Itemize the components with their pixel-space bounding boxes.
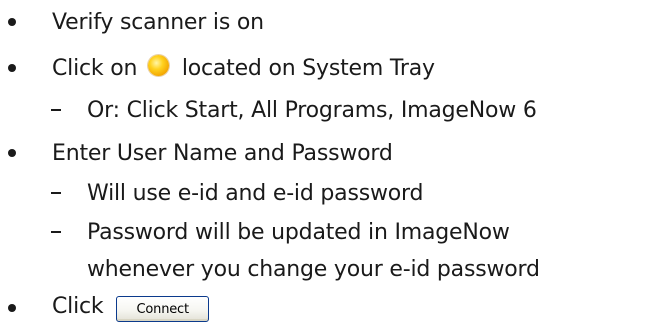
step-text: Enter User Name and Password — [52, 140, 393, 166]
connect-button[interactable]: Connect — [116, 296, 210, 323]
list-subitem: Will use e-id and e-id password — [0, 173, 648, 213]
imagenow-tray-icon[interactable] — [148, 55, 170, 76]
dash-icon — [51, 192, 61, 194]
list-item: Verify scanner is on — [0, 2, 648, 42]
step-text-before: Click — [52, 293, 104, 319]
substep-text: Password will be updated in ImageNow — [87, 219, 510, 245]
list-subitem: Password will be updated in ImageNow — [0, 212, 648, 252]
list-item: Click on located on System Tray — [0, 48, 648, 88]
bullet-icon — [8, 18, 16, 26]
step-text-before: Click on — [52, 56, 138, 81]
dash-icon — [51, 231, 61, 233]
substep-text: Will use e-id and e-id password — [87, 180, 424, 206]
list-item: Click Connect — [0, 288, 648, 328]
step-text: Click Connect — [52, 293, 210, 323]
list-item: Enter User Name and Password — [0, 133, 648, 173]
list-subitem-continuation: whenever you change your e-id password — [0, 249, 648, 289]
step-text: Verify scanner is on — [52, 9, 264, 35]
substep-text: whenever you change your e-id password — [87, 256, 540, 282]
step-text: Click on located on System Tray — [52, 55, 435, 81]
bullet-icon — [8, 64, 16, 72]
substep-text: Or: Click Start, All Programs, ImageNow … — [87, 97, 537, 123]
dash-icon — [51, 109, 61, 111]
bullet-icon — [8, 304, 16, 312]
list-subitem: Or: Click Start, All Programs, ImageNow … — [0, 90, 648, 130]
step-text-after: located on System Tray — [181, 56, 435, 81]
bullet-icon — [8, 149, 16, 157]
